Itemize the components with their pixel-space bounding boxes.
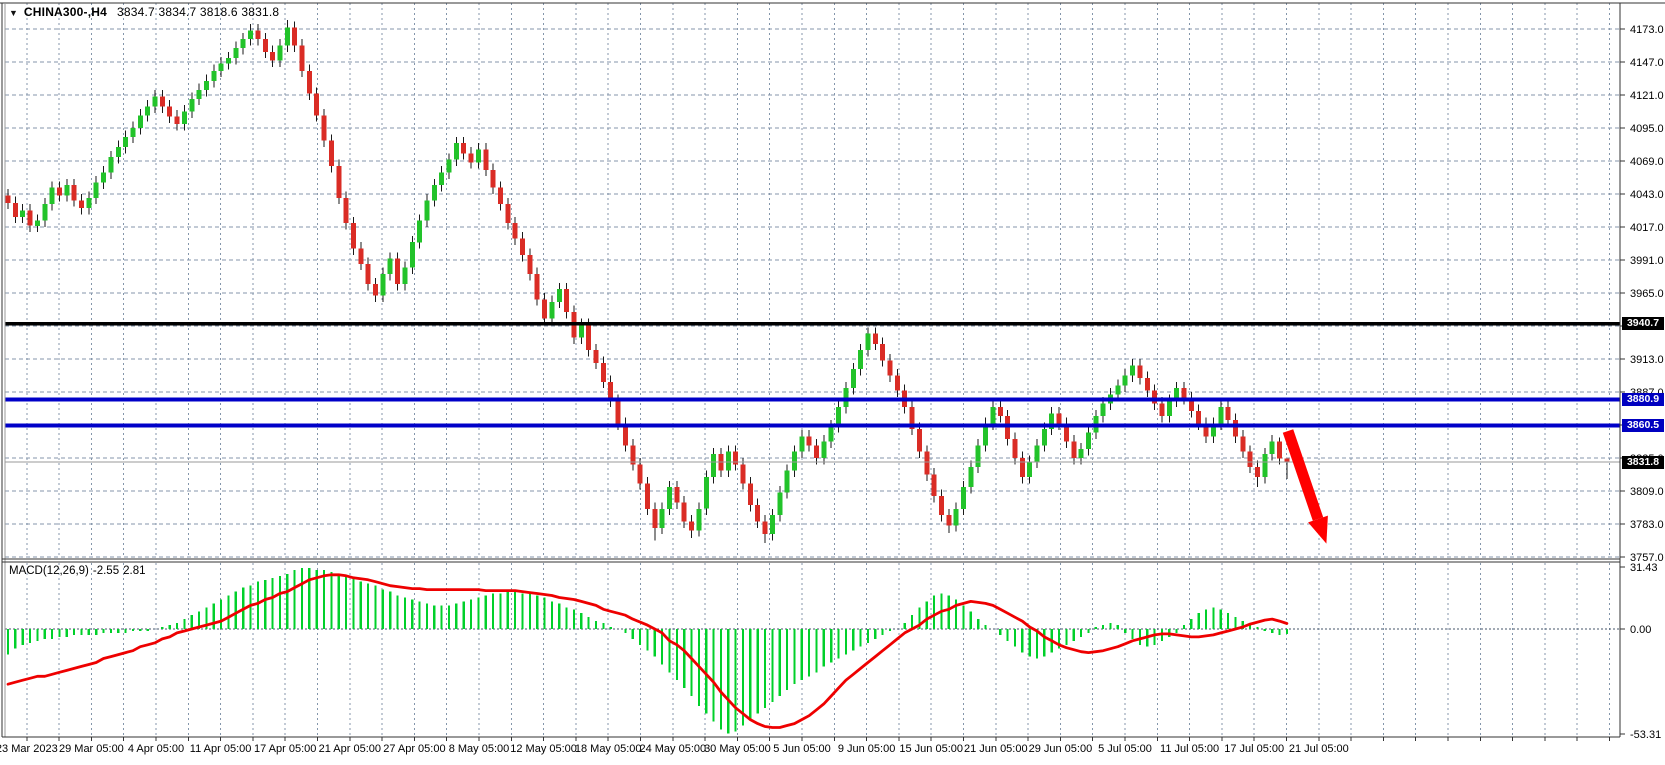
- svg-text:3913.0: 3913.0: [1630, 354, 1664, 366]
- svg-text:29 Mar 05:00: 29 Mar 05:00: [59, 743, 124, 755]
- price-badge-3831.8: 3831.8: [1622, 456, 1664, 469]
- svg-text:18 May 05:00: 18 May 05:00: [575, 743, 642, 755]
- macd-signal-value: 2.81: [123, 565, 145, 577]
- svg-text:11 Jul 05:00: 11 Jul 05:00: [1160, 743, 1219, 755]
- x-axis-labels: 23 Mar 202329 Mar 05:00 4 Apr 05:00 11 Apr…: [0, 743, 1349, 755]
- svg-text:17 Apr 05:00: 17 Apr 05:00: [254, 743, 316, 755]
- svg-text:3783.0: 3783.0: [1630, 519, 1664, 531]
- svg-text:-53.31: -53.31: [1630, 729, 1661, 741]
- symbol-ohlc-label: ▼ CHINA300-,H4 3834.7 3834.7 3818.6 3831.8: [9, 5, 279, 19]
- svg-text:4017.0: 4017.0: [1630, 222, 1664, 234]
- macd-name: MACD(12,26,9): [9, 565, 89, 577]
- svg-text:4069.0: 4069.0: [1630, 156, 1664, 168]
- svg-text:12 May 05:00: 12 May 05:00: [510, 743, 577, 755]
- svg-text:27 Apr 05:00: 27 Apr 05:00: [383, 743, 445, 755]
- symbol-dropdown-icon[interactable]: ▼: [9, 8, 18, 18]
- svg-text:3991.0: 3991.0: [1630, 255, 1664, 267]
- svg-text:21 Apr 05:00: 21 Apr 05:00: [319, 743, 381, 755]
- svg-text:21 Jul 05:00: 21 Jul 05:00: [1289, 743, 1349, 755]
- svg-text:4147.0: 4147.0: [1630, 57, 1664, 69]
- svg-text:3965.0: 3965.0: [1630, 288, 1664, 300]
- svg-text:0.00: 0.00: [1630, 624, 1651, 636]
- svg-text:5 Jul 05:00: 5 Jul 05:00: [1098, 743, 1152, 755]
- svg-text:5 Jun 05:00: 5 Jun 05:00: [773, 743, 831, 755]
- price-badge-3880.9: 3880.9: [1622, 393, 1664, 406]
- svg-text:3809.0: 3809.0: [1630, 486, 1664, 498]
- svg-text:4043.0: 4043.0: [1630, 189, 1664, 201]
- svg-text:11 Apr 05:00: 11 Apr 05:00: [190, 743, 252, 755]
- svg-text:4095.0: 4095.0: [1630, 123, 1664, 135]
- svg-text:9 Jun 05:00: 9 Jun 05:00: [838, 743, 896, 755]
- svg-text:31.43: 31.43: [1630, 562, 1658, 574]
- chart-canvas[interactable]: 4173.0 4147.0 4121.0 4095.0 4069.0 4043.0 4017…: [0, 0, 1665, 765]
- svg-text:30 May 05:00: 30 May 05:00: [704, 743, 771, 755]
- svg-text:4121.0: 4121.0: [1630, 90, 1664, 102]
- svg-text:15 Jun 05:00: 15 Jun 05:00: [899, 743, 963, 755]
- price-badge-3940.7: 3940.7: [1622, 317, 1664, 330]
- symbol-period-text: CHINA300-,H4: [24, 5, 107, 19]
- macd-main-value: -2.55: [93, 565, 119, 577]
- svg-text:17 Jul 05:00: 17 Jul 05:00: [1224, 743, 1284, 755]
- svg-text:4173.0: 4173.0: [1630, 24, 1664, 36]
- macd-indicator-label: MACD(12,26,9) -2.55 2.81: [9, 565, 150, 577]
- svg-text:23 Mar 2023: 23 Mar 2023: [0, 743, 58, 755]
- svg-text:21 Jun 05:00: 21 Jun 05:00: [964, 743, 1028, 755]
- ohlc-values-text: 3834.7 3834.7 3818.6 3831.8: [117, 5, 279, 19]
- price-badge-3860.5: 3860.5: [1622, 419, 1664, 432]
- svg-text:29 Jun 05:00: 29 Jun 05:00: [1029, 743, 1093, 755]
- svg-text:4 Apr 05:00: 4 Apr 05:00: [128, 743, 184, 755]
- mt4-chart-window: 4173.0 4147.0 4121.0 4095.0 4069.0 4043.0 4017…: [0, 0, 1665, 765]
- svg-text:24 May 05:00: 24 May 05:00: [639, 743, 706, 755]
- svg-text:8 May 05:00: 8 May 05:00: [449, 743, 510, 755]
